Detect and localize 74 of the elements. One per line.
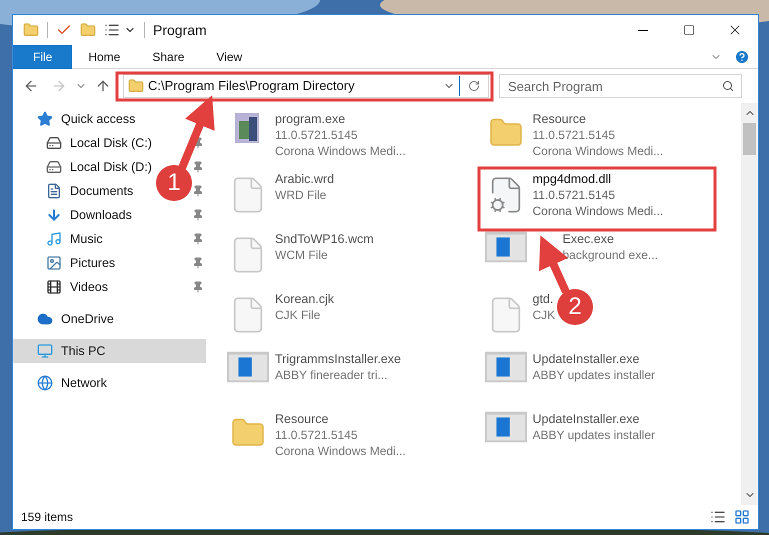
item-count: 159 items bbox=[21, 509, 74, 526]
music-note-icon bbox=[46, 231, 62, 247]
file-name[interactable]: TrigrammsInstaller.exe bbox=[275, 351, 401, 367]
installer-icon bbox=[484, 411, 526, 443]
file-detail: background exe... bbox=[562, 247, 658, 263]
drive-icon bbox=[46, 135, 62, 151]
file-name[interactable]: SndToWP16.wcm bbox=[275, 231, 374, 247]
nav-item[interactable]: Videos bbox=[70, 278, 108, 296]
nav-item[interactable]: Network bbox=[61, 374, 107, 392]
nav-item[interactable]: Local Disk (D:) bbox=[70, 158, 152, 176]
cloud-icon bbox=[37, 311, 53, 327]
file-detail: 11.0.5721.5145 bbox=[275, 127, 359, 143]
nav-item[interactable]: This PC bbox=[61, 342, 106, 360]
file-name[interactable]: mpg4dmod.dll bbox=[532, 171, 664, 187]
ribbon-tab[interactable]: View bbox=[200, 44, 258, 68]
nav-item[interactable]: Local Disk (C:) bbox=[70, 134, 152, 152]
file-detail: ABBY finereader tri... bbox=[275, 367, 388, 383]
installer-icon bbox=[227, 351, 269, 383]
file-name[interactable]: Resource bbox=[532, 111, 664, 127]
download-icon bbox=[46, 207, 62, 223]
file-detail: Corona Windows Medi... bbox=[275, 443, 406, 459]
ribbon-tab[interactable]: File bbox=[13, 44, 72, 68]
file-name[interactable]: Exec.exe bbox=[562, 231, 658, 247]
nav-item[interactable]: Music bbox=[70, 230, 103, 248]
file-detail: 11.0.5721.5145 bbox=[532, 127, 616, 143]
file-detail: CJK File bbox=[275, 307, 322, 323]
nav-item[interactable]: Downloads bbox=[70, 206, 132, 224]
refresh-icon[interactable] bbox=[468, 80, 480, 92]
file-name[interactable]: UpdateInstaller.exe bbox=[532, 411, 656, 427]
file-detail: WRD File bbox=[275, 187, 328, 203]
film-icon bbox=[46, 279, 62, 295]
search-icon bbox=[722, 80, 734, 92]
file-detail: Corona Windows Medi... bbox=[275, 143, 406, 159]
star-icon bbox=[37, 111, 53, 127]
maximize-icon bbox=[683, 24, 695, 36]
file-detail: ABBY updates installer bbox=[532, 367, 656, 383]
file-detail: ABBY updates installer bbox=[532, 427, 656, 443]
file-detail: WCM File bbox=[275, 247, 329, 263]
picture-icon bbox=[46, 255, 62, 271]
installer-icon bbox=[484, 351, 526, 383]
file-detail: CJK bbox=[532, 307, 556, 323]
installer-icon bbox=[484, 231, 526, 263]
monitor-icon bbox=[37, 343, 53, 359]
window-title: Program bbox=[153, 20, 208, 40]
layout-icon[interactable] bbox=[104, 22, 120, 38]
file-name[interactable]: Korean.cjk bbox=[275, 291, 334, 307]
ribbon-tab[interactable]: Home bbox=[72, 44, 136, 68]
ribbon-tab[interactable]: Share bbox=[136, 44, 200, 68]
network-icon bbox=[37, 375, 53, 391]
nav-item[interactable]: Quick access bbox=[61, 110, 136, 128]
file-name[interactable]: Arabic.wrd bbox=[275, 171, 334, 187]
address-path: C:\Program Files\Program Directory bbox=[148, 77, 355, 96]
nav-item[interactable]: Documents bbox=[70, 182, 134, 200]
search-field[interactable]: Search Program bbox=[499, 74, 742, 98]
nav-item[interactable]: OneDrive bbox=[61, 310, 114, 328]
nav-item[interactable]: Pictures bbox=[70, 254, 116, 272]
folder-icon bbox=[128, 78, 144, 94]
file-detail: Corona Windows Medi... bbox=[532, 143, 664, 159]
document-icon bbox=[46, 183, 62, 199]
large-icons-view-icon[interactable] bbox=[734, 509, 750, 525]
details-view-icon[interactable] bbox=[710, 509, 726, 525]
file-name[interactable]: program.exe bbox=[275, 111, 406, 127]
scrollbar[interactable] bbox=[741, 103, 758, 505]
drive-icon bbox=[46, 159, 62, 175]
help-icon[interactable] bbox=[734, 48, 750, 64]
file-name[interactable]: UpdateInstaller.exe bbox=[532, 351, 656, 367]
scrollbar-thumb[interactable] bbox=[743, 123, 756, 155]
file-name[interactable]: Resource bbox=[275, 411, 406, 427]
file-detail: Corona Windows Medi... bbox=[532, 203, 664, 219]
selected-row-highlight[interactable]: This PC bbox=[13, 339, 206, 363]
file-detail: 11.0.5721.5145 bbox=[532, 187, 616, 203]
file-name[interactable]: gtd. bbox=[532, 291, 556, 307]
file-detail: 11.0.5721.5145 bbox=[275, 427, 359, 443]
address-bar[interactable]: C:\Program Files\Program Directory bbox=[123, 74, 489, 98]
